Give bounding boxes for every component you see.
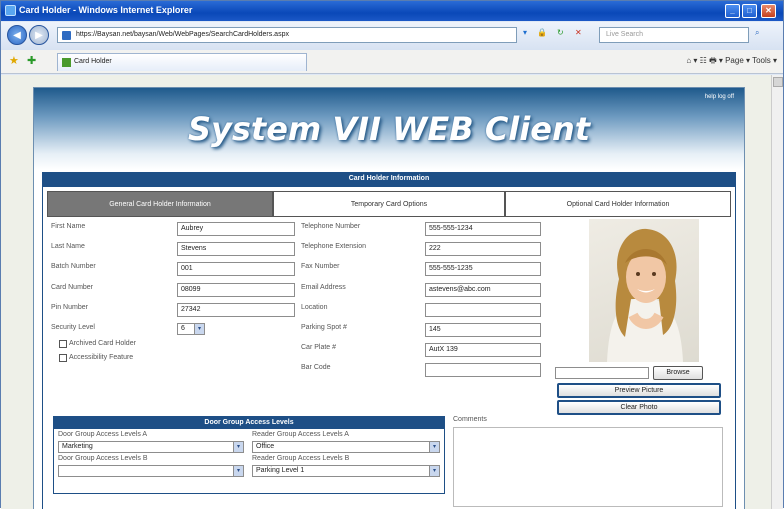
tab-general[interactable]: General Card Holder Information bbox=[47, 191, 273, 217]
browse-button[interactable]: Browse bbox=[653, 366, 703, 380]
car-plate-field[interactable]: AutX 139 bbox=[425, 343, 541, 357]
extension-field[interactable]: 222 bbox=[425, 242, 541, 256]
section-header: Card Holder Information bbox=[42, 172, 736, 186]
first-name-label: First Name bbox=[51, 223, 86, 230]
accessibility-label: Accessibility Feature bbox=[69, 354, 134, 361]
lock-icon[interactable]: 🔒 bbox=[537, 28, 547, 37]
fax-label: Fax Number bbox=[301, 263, 340, 270]
door-group-header: Door Group Access Levels bbox=[54, 417, 444, 429]
pin-number-field[interactable]: 27342 bbox=[177, 303, 295, 317]
favorites-star-icon[interactable]: ★ bbox=[9, 54, 19, 67]
address-bar: ◀ ▶ https://Baysan.net/baysan/Web/WebPag… bbox=[1, 22, 783, 50]
portrait-image bbox=[607, 228, 683, 362]
door-group-b-select[interactable]: ▾ bbox=[58, 465, 244, 477]
last-name-label: Last Name bbox=[51, 243, 85, 250]
window-title: Card Holder - Windows Internet Explorer bbox=[19, 5, 193, 15]
card-number-label: Card Number bbox=[51, 284, 94, 291]
header-links[interactable]: help log off bbox=[705, 94, 734, 100]
chevron-down-icon: ▾ bbox=[194, 324, 204, 334]
security-level-label: Security Level bbox=[51, 324, 95, 331]
url-input[interactable]: https://Baysan.net/baysan/Web/WebPages/S… bbox=[57, 27, 517, 43]
tab-bar: ★ ✚ Card Holder ⌂ ▾ ☷ 🖶 ▾ Page ▾ Tools ▾ bbox=[1, 50, 783, 74]
door-group-b-label: Door Group Access Levels B bbox=[58, 455, 148, 462]
card-holder-panel: General Card Holder Information Temporar… bbox=[42, 186, 736, 509]
scroll-thumb[interactable] bbox=[773, 77, 783, 87]
page-title: System VII WEB Client bbox=[187, 110, 591, 148]
command-bar[interactable]: ⌂ ▾ ☷ 🖶 ▾ Page ▾ Tools ▾ bbox=[686, 55, 777, 69]
accessibility-checkbox[interactable] bbox=[59, 354, 67, 362]
telephone-field[interactable]: 555-555-1234 bbox=[425, 222, 541, 236]
door-group-a-select[interactable]: Marketing ▾ bbox=[58, 441, 244, 453]
tab-temporary[interactable]: Temporary Card Options bbox=[273, 191, 505, 217]
reader-group-b-label: Reader Group Access Levels B bbox=[252, 455, 350, 462]
comments-textarea[interactable] bbox=[453, 427, 723, 507]
maximize-button[interactable]: □ bbox=[742, 4, 757, 18]
page-icon bbox=[62, 31, 71, 40]
chevron-down-icon: ▾ bbox=[233, 442, 243, 452]
email-field[interactable]: astevens@abc.com bbox=[425, 283, 541, 297]
vertical-scrollbar[interactable] bbox=[771, 75, 783, 509]
reader-group-b-select[interactable]: Parking Level 1 ▾ bbox=[252, 465, 440, 477]
web-page: help log off System VII WEB Client Card … bbox=[33, 87, 745, 509]
minimize-button[interactable]: _ bbox=[725, 4, 740, 18]
batch-number-label: Batch Number bbox=[51, 263, 96, 270]
archived-label: Archived Card Holder bbox=[69, 340, 136, 347]
parking-spot-label: Parking Spot # bbox=[301, 324, 347, 331]
security-level-select[interactable]: 6 ▾ bbox=[177, 323, 205, 335]
chevron-down-icon: ▾ bbox=[429, 442, 439, 452]
search-icon[interactable]: ⌕ bbox=[755, 28, 759, 38]
browser-window: Card Holder - Windows Internet Explorer … bbox=[0, 0, 784, 509]
reader-group-a-select[interactable]: Office ▾ bbox=[252, 441, 440, 453]
comments-label: Comments bbox=[453, 416, 487, 423]
browser-tab[interactable]: Card Holder bbox=[57, 53, 307, 71]
parking-spot-field[interactable]: 145 bbox=[425, 323, 541, 337]
back-button[interactable]: ◀ bbox=[7, 25, 27, 45]
page-viewport: help log off System VII WEB Client Card … bbox=[1, 75, 771, 509]
tab-icon bbox=[62, 58, 71, 67]
extension-label: Telephone Extension bbox=[301, 243, 366, 250]
clear-photo-button[interactable]: Clear Photo bbox=[557, 400, 721, 415]
door-group-a-label: Door Group Access Levels A bbox=[58, 431, 148, 438]
title-bar: Card Holder - Windows Internet Explorer … bbox=[1, 1, 783, 21]
last-name-field[interactable]: Stevens bbox=[177, 242, 295, 256]
fax-field[interactable]: 555-555-1235 bbox=[425, 262, 541, 276]
location-field[interactable] bbox=[425, 303, 541, 317]
batch-number-field[interactable]: 001 bbox=[177, 262, 295, 276]
tab-optional[interactable]: Optional Card Holder Information bbox=[505, 191, 731, 217]
ie-icon bbox=[5, 5, 16, 16]
banner: help log off System VII WEB Client bbox=[34, 88, 744, 170]
forward-button[interactable]: ▶ bbox=[29, 25, 49, 45]
preview-picture-button[interactable]: Preview Picture bbox=[557, 383, 721, 398]
telephone-label: Telephone Number bbox=[301, 223, 361, 230]
chevron-down-icon: ▾ bbox=[233, 466, 243, 476]
refresh-icon[interactable]: ↻ bbox=[557, 28, 564, 37]
card-holder-photo bbox=[589, 219, 699, 362]
stop-icon[interactable]: ✕ bbox=[575, 28, 582, 37]
bar-code-field[interactable] bbox=[425, 363, 541, 377]
card-number-field[interactable]: 08099 bbox=[177, 283, 295, 297]
reader-group-a-label: Reader Group Access Levels A bbox=[252, 431, 349, 438]
photo-path-field[interactable] bbox=[555, 367, 649, 379]
archived-checkbox[interactable] bbox=[59, 340, 67, 348]
dropdown-icon[interactable]: ▾ bbox=[523, 28, 527, 37]
first-name-field[interactable]: Aubrey bbox=[177, 222, 295, 236]
car-plate-label: Car Plate # bbox=[301, 344, 337, 351]
search-input[interactable]: Live Search bbox=[599, 27, 749, 43]
location-label: Location bbox=[301, 304, 328, 311]
door-group-panel: Door Group Access Levels Door Group Acce… bbox=[53, 416, 445, 494]
close-button[interactable]: ✕ bbox=[761, 4, 776, 18]
add-favorites-icon[interactable]: ✚ bbox=[27, 54, 36, 67]
email-label: Email Address bbox=[301, 284, 346, 291]
chevron-down-icon: ▾ bbox=[429, 466, 439, 476]
bar-code-label: Bar Code bbox=[301, 364, 331, 371]
pin-number-label: Pin Number bbox=[51, 304, 88, 311]
